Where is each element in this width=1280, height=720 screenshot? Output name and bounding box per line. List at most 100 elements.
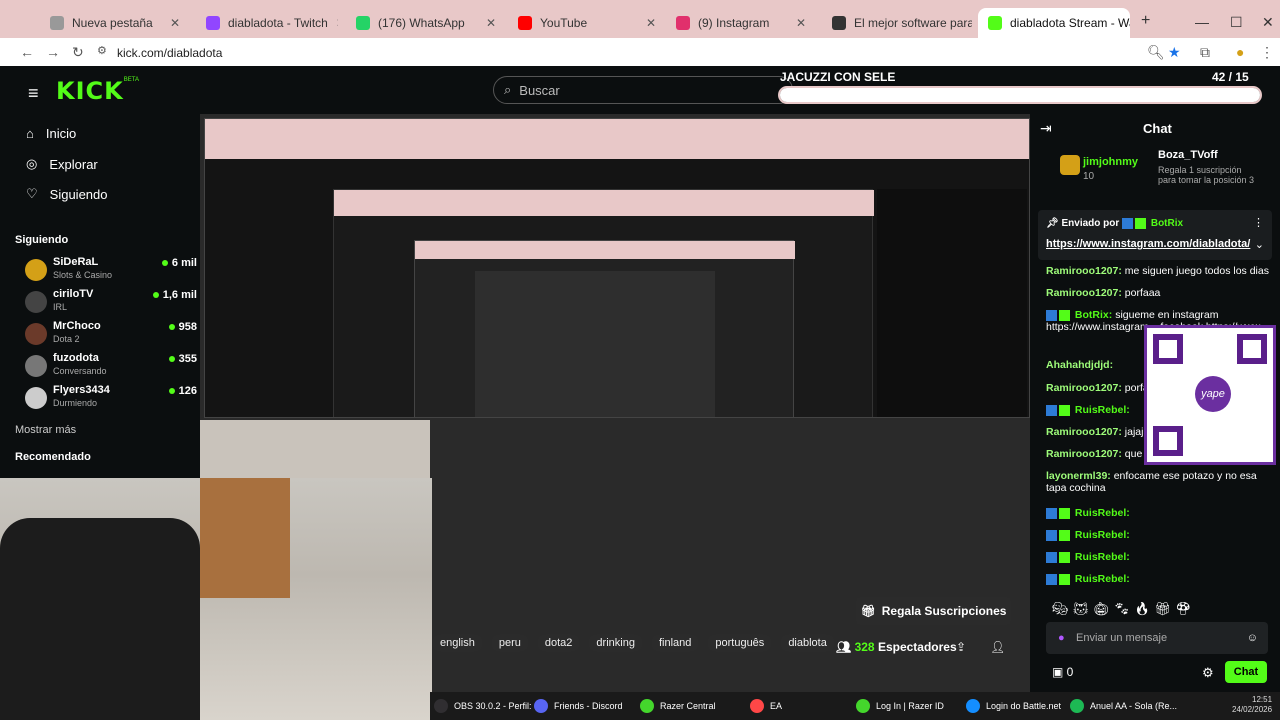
taskbar-item[interactable]: OBS 30.0.2 - Perfil: ... (434, 697, 542, 715)
following-item[interactable]: fuzodota Conversando 355 (25, 352, 197, 382)
verified-badge-icon (1135, 218, 1147, 229)
chat-username[interactable]: Ramirooo1207: (1046, 448, 1122, 460)
expand-pinned-icon[interactable]: ⌄ (1255, 238, 1264, 251)
taskbar-item[interactable]: Razer Central (640, 697, 716, 715)
chat-input-placeholder: Enviar un mensaje (1076, 632, 1168, 644)
nested-capture-1 (204, 118, 1030, 418)
close-window-icon[interactable]: ✕ (1262, 14, 1274, 31)
emote-bar[interactable]: 🎭︎🐱︎🎃︎🐾︎🔥︎🎁︎🍄︎ (1052, 601, 1196, 617)
wardrobe (200, 478, 290, 598)
tag[interactable]: peru (490, 634, 529, 652)
chat-username[interactable]: BotRix: (1075, 309, 1112, 321)
webcam-feed (0, 478, 432, 720)
following-item[interactable]: MrChoco Dota 2 958 (25, 320, 197, 350)
chat-username[interactable]: Ramirooo1207: (1046, 426, 1122, 438)
reload-icon[interactable]: ↻ (72, 44, 84, 61)
chat-username[interactable]: layonerml39: (1046, 470, 1111, 482)
overlay-title: JACUZZI CON SELE (780, 70, 896, 84)
following-item[interactable]: ciriloTV IRL 1,6 mil (25, 288, 197, 318)
tab-close-icon[interactable]: ✕ (336, 16, 338, 30)
following-item[interactable]: SiDeRaL Slots & Casino 6 mil (25, 256, 197, 286)
nav-item-explorar[interactable]: ◎ Explorar (26, 156, 98, 172)
new-tab-icon[interactable]: + (1141, 12, 1150, 30)
chat-username[interactable]: RuisRebel: (1075, 507, 1130, 519)
gaming-chair (0, 518, 200, 720)
bookmark-star-icon[interactable]: ★ (1168, 44, 1181, 61)
chat-username[interactable]: RuisRebel: (1075, 573, 1130, 585)
chat-send-button[interactable]: Chat (1225, 661, 1267, 683)
collapse-chat-icon[interactable]: ⇥ (1040, 120, 1052, 137)
avatar (25, 323, 47, 345)
profile-icon[interactable]: ● (1236, 44, 1244, 60)
chat-settings-icon[interactable]: ⚙ (1202, 665, 1214, 681)
tab-0[interactable]: Nueva pestaña ✕ (40, 8, 190, 38)
tab-2[interactable]: (176) WhatsApp ✕ (346, 8, 506, 38)
chat-username[interactable]: Ramirooo1207: (1046, 382, 1122, 394)
tag[interactable]: diablota (780, 634, 835, 652)
gifter-name[interactable]: jimjohnmy (1083, 156, 1138, 168)
forward-icon[interactable]: → (46, 44, 60, 60)
tab-favicon-icon (518, 16, 532, 30)
compass-icon: ◎ (26, 156, 38, 171)
tab-label: diabladota - Twitch (228, 16, 328, 30)
minimize-icon[interactable]: — (1195, 14, 1209, 30)
chat-message-input[interactable]: ● Enviar un mensaje ☺ (1046, 622, 1268, 654)
tab-close-icon[interactable]: ✕ (646, 16, 656, 30)
chat-text: porfaaa (1124, 287, 1161, 299)
more-options-icon[interactable]: ⋮ (1253, 216, 1264, 229)
points-display[interactable]: ▣ 0 (1052, 665, 1073, 679)
tab-label: El mejor software para potenc (854, 16, 972, 30)
taskbar-label: EA (770, 701, 783, 711)
tab-6[interactable]: diabladota Stream - Watch Liv✕ (978, 8, 1130, 38)
maximize-icon[interactable]: ☐ (1230, 14, 1243, 31)
kick-logo[interactable]: KICKBETA (56, 77, 139, 105)
tag[interactable]: português (707, 634, 773, 652)
taskbar-label: Log In | Razer ID (876, 701, 944, 711)
url-field[interactable]: kick.com/diabladota (117, 46, 222, 60)
follow-user-icon[interactable]: 👤︎ (990, 640, 1005, 654)
chat-username[interactable]: RuisRebel: (1075, 551, 1130, 563)
chat-message: Ramirooo1207: porfaaa (1046, 287, 1276, 299)
extensions-icon[interactable]: ⧉ (1200, 44, 1210, 61)
following-item[interactable]: Flyers3434 Durmiendo 126 (25, 384, 197, 414)
nav-item-siguiendo[interactable]: ♡ Siguiendo (26, 186, 107, 202)
taskbar-item[interactable]: EA (750, 697, 782, 715)
menu-kebab-icon[interactable]: ⋮ (1260, 44, 1274, 61)
taskbar-label: Anuel AA - Sola (Re... (1090, 701, 1178, 711)
chat-username[interactable]: Ramirooo1207: (1046, 287, 1122, 299)
taskbar-item[interactable]: Anuel AA - Sola (Re... (1070, 697, 1177, 715)
show-more-link[interactable]: Mostrar más (15, 424, 76, 436)
nav-item-inicio[interactable]: ⌂ Inicio (26, 126, 76, 141)
site-info-icon[interactable]: ⚙ (97, 44, 107, 57)
tab-close-icon[interactable]: ✕ (486, 16, 496, 30)
tag[interactable]: finland (650, 634, 700, 652)
pinned-link[interactable]: https://www.instagram.com/diabladota/ (1046, 238, 1250, 250)
tag[interactable]: english (432, 634, 483, 652)
tab-5[interactable]: El mejor software para potenc✕ (822, 8, 972, 38)
gift-subs-button[interactable]: 🎁︎ Regala Suscripciones (856, 597, 1011, 625)
chat-username[interactable]: Ramirooo1207: (1046, 265, 1122, 277)
share-icon[interactable]: ⇪ (956, 640, 966, 654)
badge-icon (1059, 507, 1070, 519)
tab-4[interactable]: (9) Instagram ✕ (666, 8, 816, 38)
tab-close-icon[interactable]: ✕ (796, 16, 806, 30)
badge-icon (1059, 573, 1070, 585)
chat-username[interactable]: RuisRebel: (1075, 529, 1130, 541)
chat-username[interactable]: RuisRebel: (1075, 404, 1130, 416)
gift-target[interactable]: Boza_TVoff (1158, 149, 1218, 161)
tag[interactable]: drinking (588, 634, 643, 652)
tab-close-icon[interactable]: ✕ (170, 16, 180, 30)
hamburger-menu-icon[interactable]: ≡ (28, 83, 39, 104)
taskbar-item[interactable]: Login do Battle.net (966, 697, 1061, 715)
tab-3[interactable]: YouTube ✕ (508, 8, 666, 38)
zoom-icon[interactable]: 🔍︎ (1147, 44, 1165, 61)
taskbar-item[interactable]: Friends - Discord (534, 697, 623, 715)
chat-username[interactable]: Ahahahdjdjd: (1046, 359, 1113, 371)
tab-1[interactable]: diabladota - Twitch ✕ (196, 8, 338, 38)
taskbar-item[interactable]: Log In | Razer ID (856, 697, 944, 715)
emoji-icon[interactable]: ☺ (1247, 632, 1258, 644)
search-input[interactable]: ⌕ Buscar (493, 76, 793, 104)
gifter-avatar (1060, 155, 1080, 175)
back-icon[interactable]: ← (20, 44, 34, 60)
tag[interactable]: dota2 (536, 634, 581, 652)
